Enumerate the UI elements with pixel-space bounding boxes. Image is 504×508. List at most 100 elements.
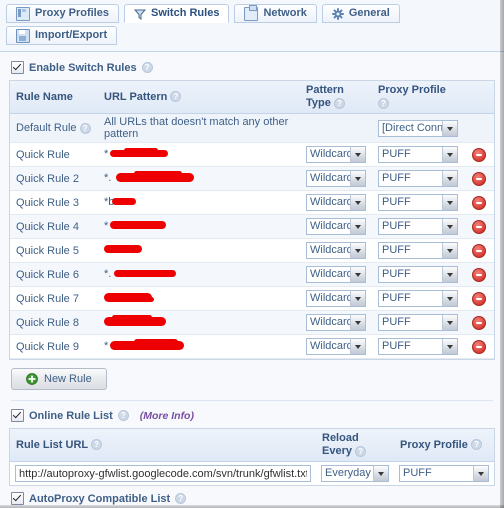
help-icon[interactable]: ? — [141, 62, 153, 73]
pattern-type-select[interactable]: Wildcard — [306, 170, 366, 187]
proxy-profile-select[interactable]: PUFF — [378, 314, 458, 331]
chevron-down-icon[interactable] — [442, 315, 457, 330]
chevron-down-icon[interactable] — [350, 243, 365, 258]
autoproxy-compatible-row[interactable]: AutoProxy Compatible List ? — [11, 492, 495, 505]
delete-rule-icon[interactable] — [472, 315, 486, 330]
url-pattern-cell[interactable]: *. — [98, 262, 300, 287]
chevron-down-icon[interactable] — [442, 195, 457, 210]
new-rule-button-label: New Rule — [44, 373, 92, 385]
chevron-down-icon[interactable] — [442, 267, 457, 282]
online-rule-list-checkbox[interactable] — [11, 409, 24, 422]
rule-list-url-input[interactable] — [15, 465, 311, 482]
proxy-profile-select[interactable]: PUFF — [378, 338, 458, 355]
proxy-profile-select[interactable]: PUFF — [378, 194, 458, 211]
delete-rule-icon[interactable] — [472, 171, 486, 186]
chevron-down-icon[interactable] — [442, 243, 457, 258]
reload-every-value: Everyday — [325, 467, 371, 479]
delete-cell — [464, 286, 494, 311]
pattern-type-select[interactable]: Wildcard — [306, 242, 366, 259]
proxy-profile-select[interactable]: PUFF — [378, 170, 458, 187]
help-icon[interactable]: ? — [470, 439, 482, 451]
help-icon[interactable]: ? — [79, 122, 91, 134]
tab-switch-rules[interactable]: Switch Rules — [123, 4, 230, 23]
chevron-down-icon[interactable] — [350, 291, 365, 306]
proxy-profile-select[interactable]: PUFF — [378, 242, 458, 259]
header-rule-list-url-label: Rule List URL — [16, 438, 88, 451]
window-shadow-right — [500, 0, 504, 508]
online-rule-list-row[interactable]: Online Rule List ? (More Info) — [11, 409, 495, 422]
default-rule-proxy-select[interactable]: [Direct Connect — [378, 119, 458, 137]
rules-table-panel: Rule Name URL Pattern ? Pattern Type ? P… — [9, 80, 495, 360]
chevron-down-icon[interactable] — [473, 466, 488, 481]
tab-general[interactable]: General — [321, 4, 400, 23]
delete-rule-icon[interactable] — [472, 219, 486, 234]
tab-bar: Proxy Profiles Switch Rules Network Gene… — [0, 0, 504, 52]
delete-rule-icon[interactable] — [472, 267, 486, 282]
chevron-down-icon[interactable] — [350, 339, 365, 354]
proxy-profile-cell: PUFF — [372, 286, 464, 311]
pattern-type-select[interactable]: Wildcard — [306, 314, 366, 331]
chevron-down-icon[interactable] — [442, 147, 457, 162]
enable-switch-rules-row[interactable]: Enable Switch Rules ? — [11, 61, 495, 74]
chevron-down-icon[interactable] — [350, 195, 365, 210]
url-pattern-cell[interactable]: * — [98, 142, 300, 167]
tab-proxy-profiles[interactable]: Proxy Profiles — [6, 4, 119, 23]
proxy-profile-select[interactable]: PUFF — [378, 290, 458, 307]
online-rule-list-table: Rule List URL ? Reload Every ? Proxy Pro… — [10, 429, 494, 485]
url-pattern-cell[interactable] — [98, 310, 300, 335]
pattern-type-select[interactable]: Wildcard — [306, 194, 366, 211]
chevron-down-icon[interactable] — [442, 339, 457, 354]
pattern-type-select[interactable]: Wildcard — [306, 266, 366, 283]
autoproxy-compatible-checkbox[interactable] — [11, 492, 24, 505]
chevron-down-icon[interactable] — [442, 120, 457, 136]
delete-rule-icon[interactable] — [472, 291, 486, 306]
help-icon[interactable]: ? — [355, 445, 367, 457]
online-proxy-profile-select[interactable]: PUFF — [399, 465, 489, 482]
enable-switch-rules-label: Enable Switch Rules — [29, 61, 137, 74]
header-actions — [464, 81, 494, 114]
help-icon[interactable]: ? — [333, 97, 345, 109]
default-rule-name: Default Rule — [16, 122, 77, 134]
chevron-down-icon[interactable] — [350, 315, 365, 330]
chevron-down-icon[interactable] — [442, 171, 457, 186]
help-icon[interactable]: ? — [175, 493, 187, 504]
delete-rule-icon[interactable] — [472, 243, 486, 258]
delete-rule-icon[interactable] — [472, 195, 486, 210]
chevron-down-icon[interactable] — [442, 219, 457, 234]
url-pattern-cell[interactable] — [98, 238, 300, 263]
help-icon[interactable]: ? — [378, 97, 389, 109]
url-pattern-cell[interactable]: *. — [98, 166, 300, 191]
proxy-profile-select[interactable]: PUFF — [378, 146, 458, 163]
enable-switch-rules-checkbox[interactable] — [11, 61, 24, 74]
more-info-link[interactable]: (More Info) — [140, 410, 194, 422]
url-pattern-redacted — [104, 291, 294, 306]
help-icon[interactable]: ? — [170, 91, 182, 103]
tab-import-export[interactable]: Import/Export — [6, 26, 118, 45]
chevron-down-icon[interactable] — [350, 267, 365, 282]
chevron-down-icon[interactable] — [442, 291, 457, 306]
help-icon[interactable]: ? — [117, 410, 129, 421]
delete-rule-icon[interactable] — [472, 339, 486, 354]
pattern-type-select[interactable]: Wildcard — [306, 338, 366, 355]
url-pattern-cell[interactable] — [98, 286, 300, 311]
delete-rule-icon[interactable] — [472, 147, 486, 162]
reload-every-select[interactable]: Everyday — [321, 465, 389, 482]
chevron-down-icon[interactable] — [373, 466, 388, 481]
url-pattern-cell[interactable]: * — [98, 214, 300, 239]
chevron-down-icon[interactable] — [350, 219, 365, 234]
proxy-profile-select[interactable]: PUFF — [378, 266, 458, 283]
pattern-type-select[interactable]: Wildcard — [306, 218, 366, 235]
table-row: Quick Rule 5 Wildcard PUFF — [10, 238, 494, 263]
new-rule-button[interactable]: New Rule — [11, 368, 107, 390]
url-pattern-cell[interactable]: *b — [98, 190, 300, 215]
redaction-mark — [134, 339, 178, 345]
url-pattern-cell[interactable]: * — [98, 334, 300, 359]
proxy-profile-select[interactable]: PUFF — [378, 218, 458, 235]
pattern-type-select[interactable]: Wildcard — [306, 146, 366, 163]
pattern-type-select[interactable]: Wildcard — [306, 290, 366, 307]
chevron-down-icon[interactable] — [350, 171, 365, 186]
rule-name-cell: Quick Rule 6 — [10, 262, 98, 287]
help-icon[interactable]: ? — [90, 439, 102, 451]
chevron-down-icon[interactable] — [350, 147, 365, 162]
tab-network[interactable]: Network — [234, 4, 317, 23]
